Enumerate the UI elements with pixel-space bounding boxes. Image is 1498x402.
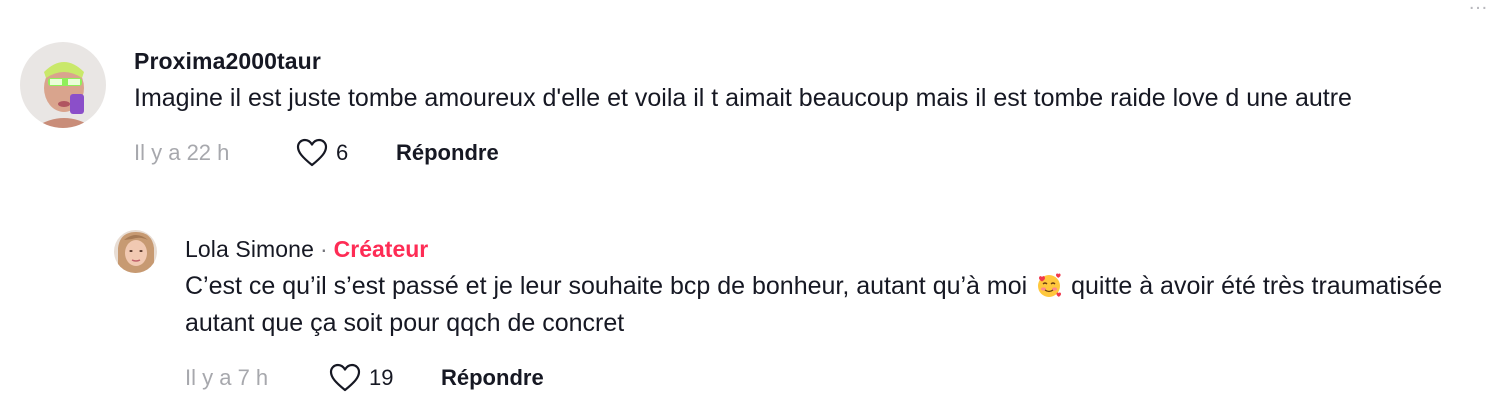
heart-icon: [329, 363, 361, 392]
smiling-face-with-hearts-icon: [1038, 273, 1062, 297]
like-button[interactable]: 6: [296, 138, 396, 168]
comment-actions: Il y a 7 h 19 Répondre: [185, 358, 1480, 398]
username[interactable]: Proxima2000taur: [134, 48, 321, 74]
username[interactable]: Lola Simone: [185, 236, 314, 262]
like-button[interactable]: 19: [329, 363, 441, 393]
separator-dot: ·: [319, 236, 328, 262]
comment-body: Proxima2000taur Imagine il est juste tom…: [134, 42, 1480, 173]
reply-button[interactable]: Répondre: [396, 140, 499, 166]
creator-badge: Créateur: [333, 236, 429, 262]
reply-button[interactable]: Répondre: [441, 365, 544, 391]
heart-icon: [296, 138, 328, 167]
avatar[interactable]: [114, 230, 157, 273]
timestamp: Il y a 7 h: [185, 365, 269, 390]
avatar[interactable]: [20, 42, 106, 128]
comment-text-part-1: C’est ce qu’il s’est passé et je leur so…: [185, 272, 1028, 300]
comment-header: Proxima2000taur: [134, 42, 1480, 80]
like-count: 6: [336, 140, 349, 165]
comment-actions: Il y a 22 h 6 Répondre: [134, 133, 1480, 173]
avatar-image: [20, 42, 106, 128]
comment-text: C’est ce qu’il s’est passé et je leur so…: [185, 268, 1480, 342]
cut-off-text-top-right: …: [1468, 0, 1488, 14]
comment-body: Lola Simone · Créateur C’est ce qu’il s’es…: [185, 230, 1480, 398]
avatar-image: [114, 230, 157, 273]
timestamp: Il y a 22 h: [134, 140, 230, 165]
comment-text: Imagine il est juste tombe amoureux d'el…: [134, 84, 1352, 112]
comment-header: Lola Simone · Créateur: [185, 230, 1480, 268]
like-count: 19: [369, 365, 394, 390]
